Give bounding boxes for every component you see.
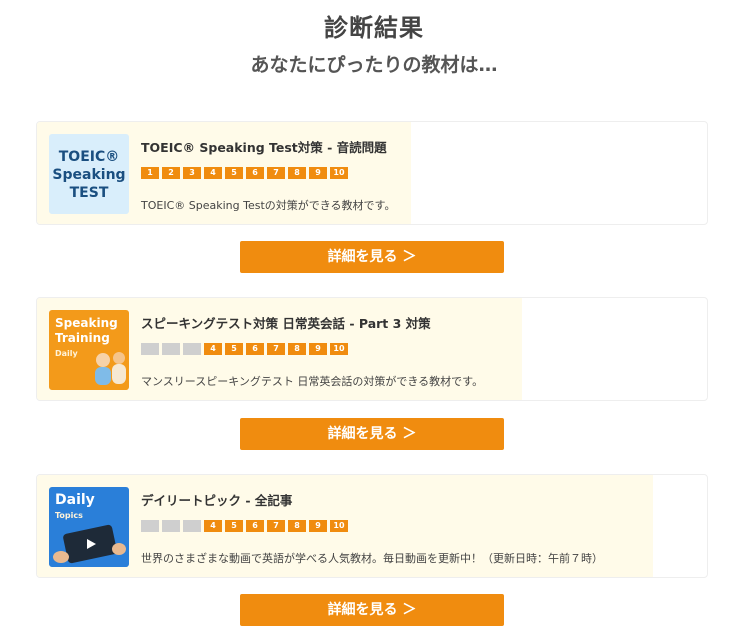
details-button[interactable]: 詳細を見る ＞ (240, 594, 504, 626)
result-card-daily-topics: Daily Topics デイリートピック - 全記事 1 2 3 4 5 6 … (36, 474, 708, 578)
level-badges: 1 2 3 4 5 6 7 8 9 10 (141, 520, 348, 532)
card-description: 世界のさまざまな動画で英語が学べる人気教材。毎日動画を更新中！（更新日時：午前７… (141, 552, 603, 565)
level-badge: 4 (204, 343, 222, 355)
thumbnail-speaking-training: Speaking Training Daily (49, 310, 129, 390)
level-badge: 6 (246, 343, 264, 355)
level-badge: 10 (330, 520, 348, 532)
level-badge: 8 (288, 520, 306, 532)
thumbnail-daily-topics: Daily Topics (49, 487, 129, 567)
level-badge: 2 (162, 520, 180, 532)
card-title: デイリートピック - 全記事 (141, 493, 293, 508)
level-badge: 5 (225, 343, 243, 355)
level-badge: 7 (267, 343, 285, 355)
level-badge: 4 (204, 520, 222, 532)
result-card-speaking-training: Speaking Training Daily スピーキングテスト対策 日常英会… (36, 297, 708, 401)
level-badge: 1 (141, 167, 159, 179)
video-tablet-icon (53, 524, 126, 564)
details-button[interactable]: 詳細を見る ＞ (240, 241, 504, 273)
people-illustration-icon (95, 352, 126, 385)
level-badges: 1 2 3 4 5 6 7 8 9 10 (141, 343, 348, 355)
level-badge: 5 (225, 520, 243, 532)
level-badge: 4 (204, 167, 222, 179)
level-badge: 1 (141, 520, 159, 532)
level-badge: 2 (162, 167, 180, 179)
level-badge: 9 (309, 343, 327, 355)
level-badge: 3 (183, 167, 201, 179)
level-badge: 3 (183, 520, 201, 532)
level-badge: 8 (288, 343, 306, 355)
level-badges: 1 2 3 4 5 6 7 8 9 10 (141, 167, 348, 179)
level-badge: 2 (162, 343, 180, 355)
result-card-toeic: TOEIC® Speaking TEST TOEIC® Speaking Tes… (36, 121, 708, 225)
card-description: TOEIC® Speaking Testの対策ができる教材です。 (141, 199, 396, 212)
level-badge: 9 (309, 520, 327, 532)
level-badge: 7 (267, 167, 285, 179)
level-badge: 7 (267, 520, 285, 532)
level-badge: 3 (183, 343, 201, 355)
card-description: マンスリースピーキングテスト 日常英会話の対策ができる教材です。 (141, 375, 484, 388)
level-badge: 8 (288, 167, 306, 179)
level-badge: 6 (246, 167, 264, 179)
level-badge: 1 (141, 343, 159, 355)
card-title: TOEIC® Speaking Test対策 - 音読問題 (141, 140, 387, 155)
level-badge: 10 (330, 167, 348, 179)
page-subtitle: あなたにぴったりの教材は… (250, 54, 498, 76)
page-title: 診断結果 (324, 14, 424, 42)
level-badge: 6 (246, 520, 264, 532)
level-badge: 5 (225, 167, 243, 179)
details-button[interactable]: 詳細を見る ＞ (240, 418, 504, 450)
card-title: スピーキングテスト対策 日常英会話 - Part 3 対策 (141, 316, 431, 331)
thumbnail-toeic-speaking: TOEIC® Speaking TEST (49, 134, 129, 214)
level-badge: 9 (309, 167, 327, 179)
level-badge: 10 (330, 343, 348, 355)
